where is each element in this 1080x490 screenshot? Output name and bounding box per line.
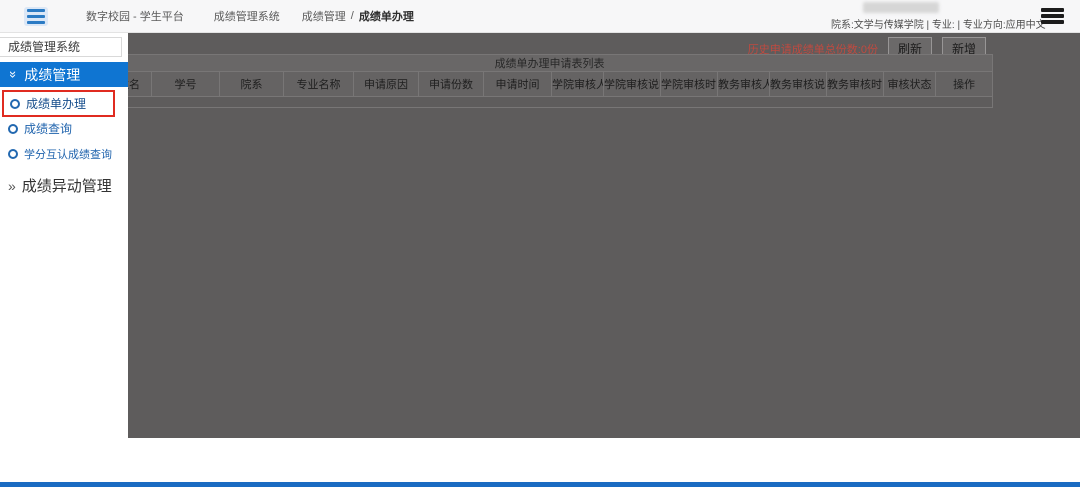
sidebar-group-grade-change-management[interactable]: » 成绩异动管理 [0,175,128,196]
col-apply-time: 申请时间 [483,71,552,97]
col-academic-review-time: 教务审核时间 [826,71,884,97]
sidebar-group-label: 成绩管理 [24,66,81,83]
sidebar-item-grade-query[interactable]: 成绩查询 [0,117,128,140]
col-academic-reviewer: 教务审核人 [717,71,770,97]
col-college-review-time: 学院审核时间 [660,71,718,97]
col-department: 院系 [219,71,284,97]
top-header: 数字校园 - 学生平台 成绩管理系统 成绩管理 / 成绩单办理 院系:文学与传媒… [0,0,1080,33]
application-table-container: 成绩单办理申请表列表 姓名 学号 院系 专业名称 申请原因 申请份数 申请时间 … [128,54,994,108]
sidebar-title: 成绩管理系统 [0,37,122,57]
col-major-name: 专业名称 [283,71,354,97]
col-actions: 操作 [934,71,994,97]
sidebar-item-label: 成绩查询 [24,122,73,136]
col-name: 姓名 [128,71,152,97]
system-title-link[interactable]: 成绩管理系统 [214,8,280,24]
table-header-row: 姓名 学号 院系 专业名称 申请原因 申请份数 申请时间 学院审核人 学院审核说… [128,71,994,97]
col-academic-review-note: 教务审核说明 [769,71,827,97]
breadcrumb-separator: / [350,10,354,22]
app-title: 数字校园 - 学生平台 [86,11,184,23]
main-content-dimmed: 历史申请成绩单总份数:0份 刷新 新增 成绩单办理申请表列表 姓名 [128,33,1080,438]
col-apply-reason: 申请原因 [353,71,419,97]
user-name-redacted [863,1,939,13]
user-area: 院系:文学与传媒学院 | 专业: | 专业方向:应用中文 [831,1,1046,31]
col-student-id: 学号 [151,71,220,97]
circle-icon [8,123,18,134]
chevron-right-icon: » [8,177,16,194]
breadcrumb: 成绩管理 / 成绩单办理 [302,8,414,24]
user-info: 院系:文学与传媒学院 | 专业: | 专业方向:应用中文 [831,19,1046,31]
col-college-review-note: 学院审核说明 [603,71,661,97]
application-table: 成绩单办理申请表列表 姓名 学号 院系 专业名称 申请原因 申请份数 申请时间 … [128,54,994,108]
page: 数字校园 - 学生平台 成绩管理系统 成绩管理 / 成绩单办理 院系:文学与传媒… [0,0,1080,490]
sidebar-item-transcript-request[interactable]: 成绩单办理 [8,94,113,113]
col-review-status: 审核状态 [883,71,936,97]
col-college-reviewer: 学院审核人 [551,71,604,97]
circle-icon [8,149,18,159]
chevron-down-icon: » [6,70,22,79]
red-highlight-box: 成绩单办理 [2,90,115,117]
sidebar-group-label: 成绩异动管理 [21,178,112,195]
circle-icon [10,98,20,109]
sidebar-item-label: 学分互认成绩查询 [24,149,112,161]
breadcrumb-parent[interactable]: 成绩管理 [302,8,346,24]
empty-table-row [128,96,994,108]
sidebar-group-grade-management[interactable]: » 成绩管理 [0,62,128,87]
menu-icon[interactable] [1041,8,1064,24]
table-title: 成绩单办理申请表列表 [128,54,994,72]
sidebar-toggle-icon[interactable] [24,6,48,26]
col-apply-copies: 申请份数 [418,71,484,97]
bottom-blue-bar [0,482,1080,487]
sidebar-item-credit-mutual-recognition-query[interactable]: 学分互认成绩查询 [0,143,128,165]
breadcrumb-current: 成绩单办理 [358,11,414,23]
sidebar-item-label: 成绩单办理 [26,97,87,111]
sidebar: 成绩管理系统 » 成绩管理 成绩单办理 成绩查询 学分互认成绩查询 » 成绩异动… [0,33,128,490]
